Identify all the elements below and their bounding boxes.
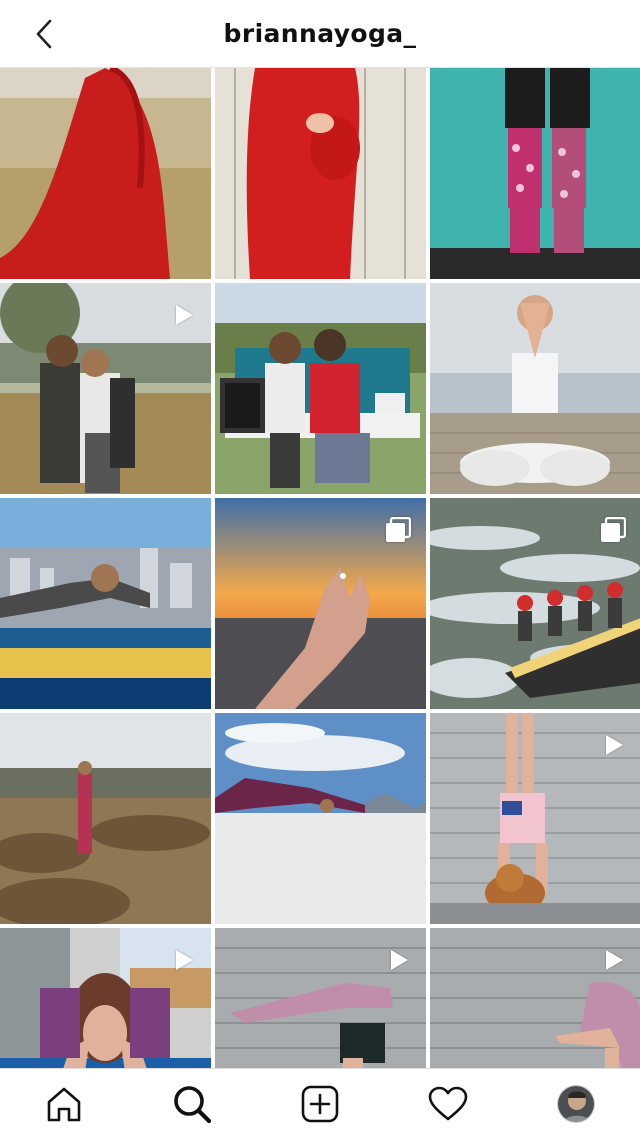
add-post-icon: [301, 1085, 339, 1123]
play-icon: [599, 946, 627, 974]
profile-button[interactable]: [554, 1082, 598, 1126]
new-post-button[interactable]: [298, 1082, 342, 1126]
back-button[interactable]: [22, 14, 66, 54]
search-icon: [174, 1086, 212, 1124]
avatar: [557, 1085, 595, 1123]
search-button[interactable]: [170, 1082, 214, 1126]
post-thumbnail[interactable]: [0, 283, 211, 494]
play-icon: [599, 731, 627, 759]
post-thumbnail[interactable]: [215, 68, 426, 279]
post-thumbnail[interactable]: [0, 928, 211, 1068]
post-thumbnail[interactable]: [215, 713, 426, 924]
post-thumbnail[interactable]: [215, 498, 426, 709]
multiple-posts-icon: [384, 516, 412, 544]
post-thumbnail[interactable]: [0, 68, 211, 279]
play-icon: [384, 946, 412, 974]
post-thumbnail[interactable]: [430, 68, 640, 279]
post-thumbnail[interactable]: [430, 928, 640, 1068]
post-thumbnail[interactable]: [430, 498, 640, 709]
top-bar: briannayoga_: [0, 0, 640, 68]
post-thumbnail[interactable]: [430, 713, 640, 924]
multiple-posts-icon: [599, 516, 627, 544]
chevron-left-icon: [36, 19, 52, 49]
play-icon: [169, 946, 197, 974]
post-thumbnail[interactable]: [0, 498, 211, 709]
home-button[interactable]: [42, 1082, 86, 1126]
home-icon: [47, 1087, 81, 1122]
play-icon: [169, 301, 197, 329]
post-thumbnail[interactable]: [215, 283, 426, 494]
post-thumbnail[interactable]: [215, 928, 426, 1068]
post-thumbnail[interactable]: [0, 713, 211, 924]
post-thumbnail[interactable]: [430, 283, 640, 494]
posts-grid: [0, 68, 640, 1068]
profile-username-title: briannayoga_: [223, 19, 417, 48]
bottom-navigation: [0, 1068, 640, 1138]
heart-icon: [428, 1086, 468, 1121]
activity-button[interactable]: [426, 1082, 470, 1126]
